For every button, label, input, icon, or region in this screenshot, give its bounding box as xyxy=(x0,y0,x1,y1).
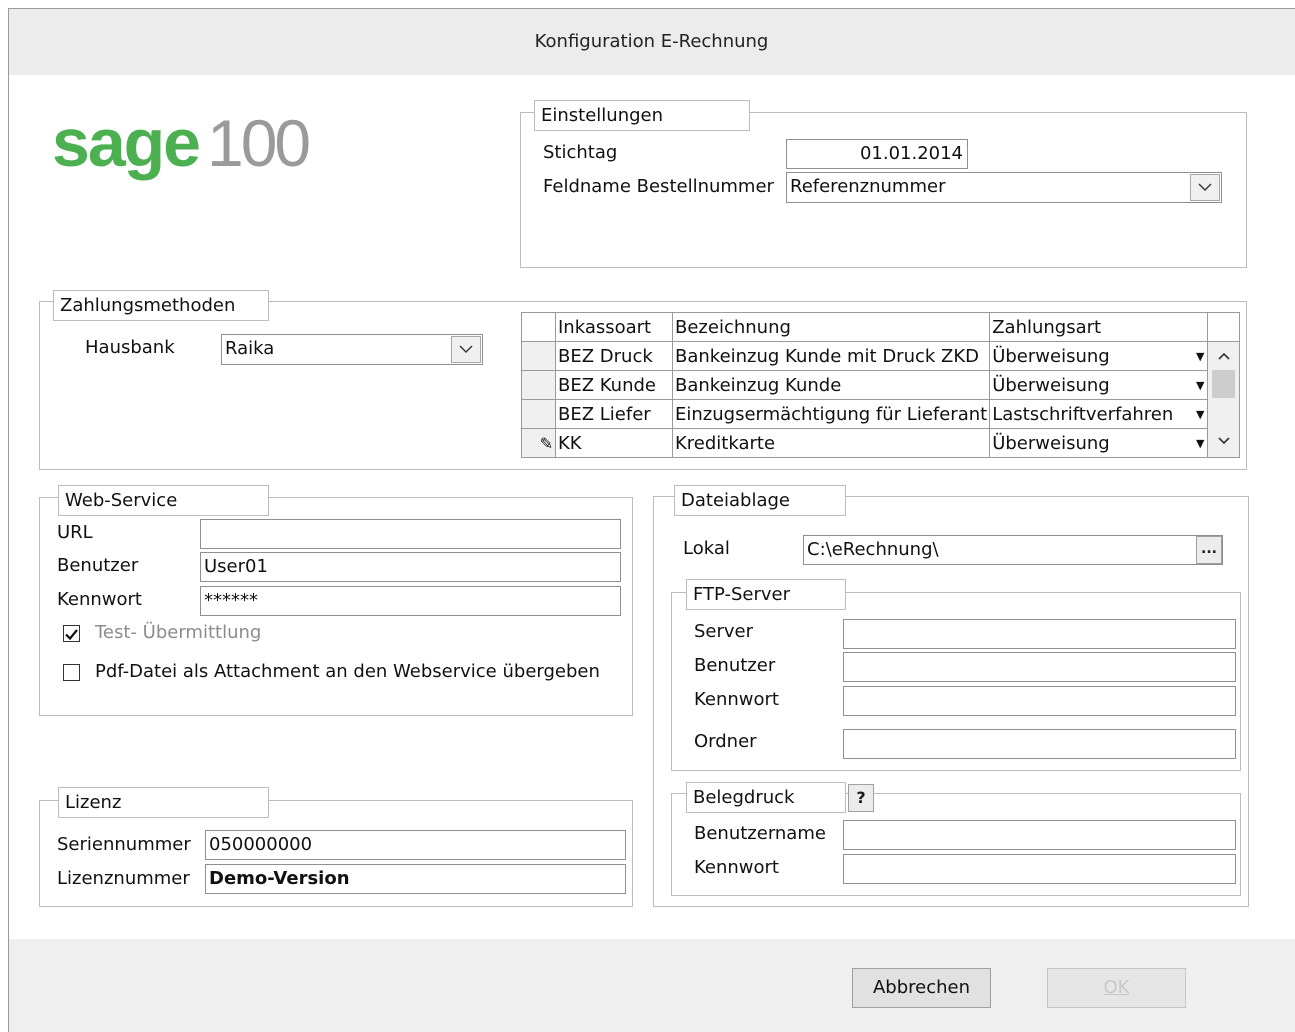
benutzer-input[interactable]: User01 xyxy=(200,552,621,582)
row-header[interactable] xyxy=(521,399,556,429)
table-cell[interactable]: BEZ Kunde xyxy=(555,370,673,400)
chevron-down-icon[interactable] xyxy=(1190,174,1220,201)
belegdruck-legend: Belegdruck xyxy=(686,782,846,813)
test-checkbox[interactable] xyxy=(63,625,80,642)
belegdruck-benutzername-input[interactable] xyxy=(843,820,1236,850)
ftp-benutzer-input[interactable] xyxy=(843,652,1236,682)
ftp-server-legend: FTP-Server xyxy=(686,579,846,610)
window-titlebar: Konfiguration E-Rechnung xyxy=(8,8,1295,75)
test-label: Test- Übermittlung xyxy=(95,622,262,643)
scroll-up-icon[interactable] xyxy=(1209,343,1239,371)
table-corner xyxy=(521,312,556,342)
table-scrollbar[interactable] xyxy=(1207,341,1240,458)
column-header[interactable]: Bezeichnung xyxy=(671,312,991,342)
hausbank-value: Raika xyxy=(225,338,275,359)
ftp-server-input[interactable] xyxy=(843,619,1236,649)
einstellungen-legend: Einstellungen xyxy=(534,100,750,131)
dropdown-arrow-icon[interactable]: ▼ xyxy=(1193,399,1208,429)
zahlungsmethoden-legend: Zahlungsmethoden xyxy=(53,290,269,321)
window-border-top xyxy=(8,8,1295,9)
logo-number: 100 xyxy=(207,106,311,180)
scroll-down-icon[interactable] xyxy=(1209,427,1239,455)
checkmark-icon xyxy=(65,629,78,641)
lokal-label: Lokal xyxy=(683,538,730,559)
stichtag-input[interactable]: 01.01.2014 xyxy=(786,139,968,169)
stichtag-value: 01.01.2014 xyxy=(859,143,963,164)
table-header-row: Inkassoart Bezeichnung Zahlungsart xyxy=(521,312,1240,342)
table-cell[interactable]: Überweisung xyxy=(989,370,1194,400)
help-button[interactable]: ? xyxy=(848,784,874,812)
dropdown-arrow-icon[interactable]: ▼ xyxy=(1193,370,1208,400)
belegdruck-benutzername-label: Benutzername xyxy=(694,823,826,844)
feldname-bestellnummer-value: Referenznummer xyxy=(790,176,946,197)
hausbank-label: Hausbank xyxy=(85,337,175,358)
table-cell[interactable]: Kreditkarte xyxy=(671,428,991,458)
ok-button-label: OK xyxy=(1103,977,1130,998)
benutzer-label: Benutzer xyxy=(57,555,139,576)
stichtag-label: Stichtag xyxy=(543,142,618,163)
browse-button[interactable]: ... xyxy=(1196,536,1222,564)
row-header[interactable] xyxy=(521,370,556,400)
ftp-ordner-input[interactable] xyxy=(843,729,1236,759)
pdf-attachment-checkbox[interactable] xyxy=(63,664,80,681)
lokal-value: C:\eRechnung\ xyxy=(807,539,939,560)
column-header[interactable]: Inkassoart xyxy=(555,312,673,342)
dropdown-arrow-icon[interactable]: ▼ xyxy=(1193,341,1208,371)
url-input[interactable] xyxy=(200,519,621,549)
belegdruck-kennwort-input[interactable] xyxy=(843,854,1236,884)
sage-logo: sage 100 xyxy=(52,104,311,182)
logo-brand: sage xyxy=(52,105,201,181)
scroll-header xyxy=(1207,312,1240,342)
seriennummer-input[interactable]: 050000000 xyxy=(205,830,626,860)
kennwort-label: Kennwort xyxy=(57,589,142,610)
lizenz-legend: Lizenz xyxy=(58,787,269,818)
lokal-input[interactable]: C:\eRechnung\ xyxy=(803,535,1223,565)
table-row[interactable]: BEZ Kunde Bankeinzug Kunde Überweisung ▼ xyxy=(521,370,1240,400)
cancel-button[interactable]: Abbrechen xyxy=(852,968,991,1008)
table-row[interactable]: BEZ Druck Bankeinzug Kunde mit Druck ZKD… xyxy=(521,341,1240,458)
table-cell[interactable]: Überweisung xyxy=(989,428,1194,458)
url-label: URL xyxy=(57,522,93,543)
ftp-benutzer-label: Benutzer xyxy=(694,655,776,676)
kennwort-input[interactable]: ****** xyxy=(200,586,621,616)
webservice-legend: Web-Service xyxy=(58,485,269,516)
scroll-thumb[interactable] xyxy=(1212,370,1235,398)
table-cell[interactable]: Bankeinzug Kunde mit Druck ZKD xyxy=(671,341,991,371)
hausbank-select[interactable]: Raika xyxy=(221,334,483,365)
lizenznummer-input: Demo-Version xyxy=(205,864,626,894)
row-header[interactable] xyxy=(521,341,556,371)
seriennummer-label: Seriennummer xyxy=(57,834,191,855)
table-cell[interactable]: Überweisung xyxy=(989,341,1194,371)
pdf-attachment-label: Pdf-Datei als Attachment an den Webservi… xyxy=(95,661,600,682)
feldname-bestellnummer-select[interactable]: Referenznummer xyxy=(786,172,1222,203)
ok-button[interactable]: OK xyxy=(1047,968,1186,1008)
column-header[interactable]: Zahlungsart xyxy=(989,312,1208,342)
table-row[interactable]: BEZ Liefer Einzugsermächtigung für Liefe… xyxy=(521,399,1240,429)
payment-methods-table: Inkassoart Bezeichnung Zahlungsart BEZ D… xyxy=(521,312,1240,458)
ftp-kennwort-input[interactable] xyxy=(843,686,1236,716)
dropdown-arrow-icon[interactable]: ▼ xyxy=(1193,428,1208,458)
table-row[interactable]: ✎ KK Kreditkarte Überweisung ▼ xyxy=(521,428,1240,458)
table-cell[interactable]: BEZ Druck xyxy=(555,341,673,371)
feldname-bestellnummer-label: Feldname Bestellnummer xyxy=(543,176,774,197)
belegdruck-kennwort-label: Kennwort xyxy=(694,857,779,878)
table-cell[interactable]: Bankeinzug Kunde xyxy=(671,370,991,400)
window-border-left xyxy=(8,8,9,1032)
table-cell[interactable]: KK xyxy=(555,428,673,458)
ftp-ordner-label: Ordner xyxy=(694,731,757,752)
table-cell[interactable]: Einzugsermächtigung für Lieferant xyxy=(671,399,991,429)
ftp-kennwort-label: Kennwort xyxy=(694,689,779,710)
dateiablage-legend: Dateiablage xyxy=(674,485,846,516)
table-cell[interactable]: Lastschriftverfahren xyxy=(989,399,1194,429)
chevron-down-icon[interactable] xyxy=(451,336,481,363)
ftp-server-label: Server xyxy=(694,621,754,642)
pencil-icon[interactable]: ✎ xyxy=(521,428,556,458)
table-cell[interactable]: BEZ Liefer xyxy=(555,399,673,429)
window-title: Konfiguration E-Rechnung xyxy=(534,31,769,52)
lizenznummer-label: Lizenznummer xyxy=(57,868,190,889)
